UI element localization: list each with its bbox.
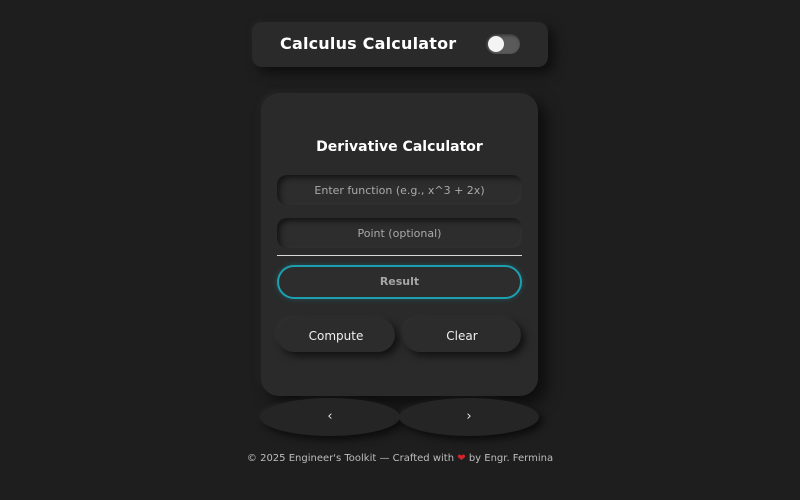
footer: © 2025 Engineer's Toolkit — Crafted with…	[0, 453, 800, 464]
app-title: Calculus Calculator	[280, 34, 457, 53]
function-input[interactable]	[277, 175, 522, 205]
app-header: Calculus Calculator	[252, 22, 548, 67]
prev-button[interactable]: ‹	[260, 398, 400, 436]
point-input[interactable]	[277, 218, 522, 248]
derivative-card: Derivative Calculator Result Compute Cle…	[261, 93, 538, 396]
compute-button[interactable]: Compute	[277, 318, 395, 352]
theme-toggle[interactable]	[486, 34, 520, 54]
result-box: Result	[277, 265, 522, 299]
clear-button[interactable]: Clear	[403, 318, 521, 352]
footer-text-before: © 2025 Engineer's Toolkit — Crafted with	[246, 453, 455, 464]
heart-icon: ❤	[457, 453, 466, 464]
footer-text-after: by Engr. Fermina	[468, 453, 554, 464]
page: Calculus Calculator Derivative Calculato…	[0, 0, 800, 500]
divider	[277, 255, 522, 256]
toggle-knob	[488, 36, 504, 52]
next-button[interactable]: ›	[399, 398, 539, 436]
card-title: Derivative Calculator	[316, 139, 483, 155]
